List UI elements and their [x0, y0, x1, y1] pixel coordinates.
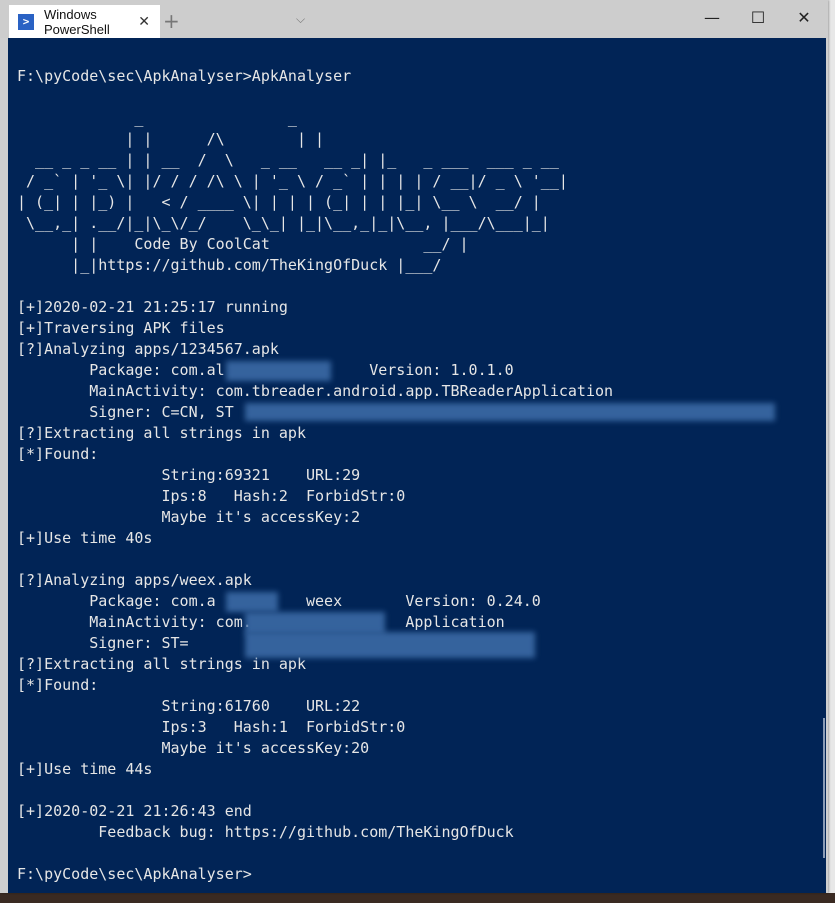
terminal-line: [*]Found: [17, 445, 99, 463]
terminal-line: Package: com.a weex Version: 0.24.0 [17, 592, 541, 610]
powershell-icon: > [18, 13, 34, 30]
terminal-line: [*]Found: [17, 676, 99, 694]
terminal-line: | (_| | |_) | < / ____ \| | | | (_| | | … [17, 193, 541, 211]
desktop-taskbar-edge [0, 893, 835, 903]
terminal-line: _ _ [17, 109, 297, 127]
terminal-line: Maybe it's accessKey:20 [17, 739, 370, 757]
close-button[interactable]: ✕ [784, 8, 824, 27]
terminal-line: | | /\ | | [17, 130, 325, 148]
redacted-region [226, 361, 331, 381]
redacted-region [245, 612, 385, 634]
terminal-line: [?]Analyzing apps/1234567.apk [17, 340, 279, 358]
terminal-output-area[interactable]: F:\pyCode\sec\ApkAnalyser>ApkAnalyser _ … [8, 38, 826, 893]
terminal-line: | | Code By CoolCat __/ | [17, 235, 469, 253]
terminal-line: [+]Use time 44s [17, 760, 153, 778]
powershell-window: > Windows PowerShell ✕ + ⌵ — ☐ ✕ F:\pyCo… [0, 0, 828, 893]
redacted-region [245, 632, 535, 658]
tab-close-icon[interactable]: ✕ [138, 14, 150, 30]
scrollbar[interactable] [823, 718, 825, 858]
terminal-line: [+]2020-02-21 21:25:17 running [17, 298, 288, 316]
terminal-line: / _` | '_ \| |/ / / /\ \ | '_ \ / _` | |… [17, 172, 568, 190]
terminal-line: [?]Analyzing apps/weex.apk [17, 571, 252, 589]
terminal-line: [+]Use time 40s [17, 529, 153, 547]
terminal-line: [+]2020-02-21 21:26:43 end [17, 802, 252, 820]
tab-dropdown-button[interactable]: ⌵ [296, 12, 305, 27]
redacted-region [226, 592, 278, 612]
title-bar[interactable]: > Windows PowerShell ✕ + ⌵ — ☐ ✕ [0, 0, 828, 38]
maximize-button[interactable]: ☐ [738, 8, 778, 27]
terminal-line: Ips:8 Hash:2 ForbidStr:0 [17, 487, 406, 505]
terminal-line: String:69321 URL:29 [17, 466, 361, 484]
terminal-line: \__,_| .__/|_|\_\/_/ \_\_| |_|\__,_|_|\_… [17, 214, 550, 232]
minimize-button[interactable]: — [692, 8, 732, 27]
terminal-line: Feedback bug: https://github.com/TheKing… [17, 823, 514, 841]
tab-windows-powershell[interactable]: > Windows PowerShell ✕ [9, 5, 160, 38]
terminal-line: F:\pyCode\sec\ApkAnalyser>ApkAnalyser [17, 67, 352, 85]
terminal-line: F:\pyCode\sec\ApkAnalyser> [17, 865, 252, 883]
new-tab-button[interactable]: + [163, 9, 180, 33]
terminal-line: String:61760 URL:22 [17, 697, 361, 715]
terminal-text: F:\pyCode\sec\ApkAnalyser>ApkAnalyser _ … [17, 66, 613, 885]
terminal-line: |_|https://github.com/TheKingOfDuck |___… [17, 256, 442, 274]
tab-title: Windows PowerShell [44, 6, 110, 37]
terminal-line: Ips:3 Hash:1 ForbidStr:0 [17, 718, 406, 736]
terminal-line: Maybe it's accessKey:2 [17, 508, 361, 526]
terminal-line: MainActivity: com.tbreader.android.app.T… [17, 382, 614, 400]
terminal-line: [?]Extracting all strings in apk [17, 424, 306, 442]
redacted-region [245, 403, 775, 421]
terminal-line: __ _ _ __ | | __ / \ _ __ __ _| |_ _ ___… [17, 151, 559, 169]
terminal-line: [+]Traversing APK files [17, 319, 225, 337]
